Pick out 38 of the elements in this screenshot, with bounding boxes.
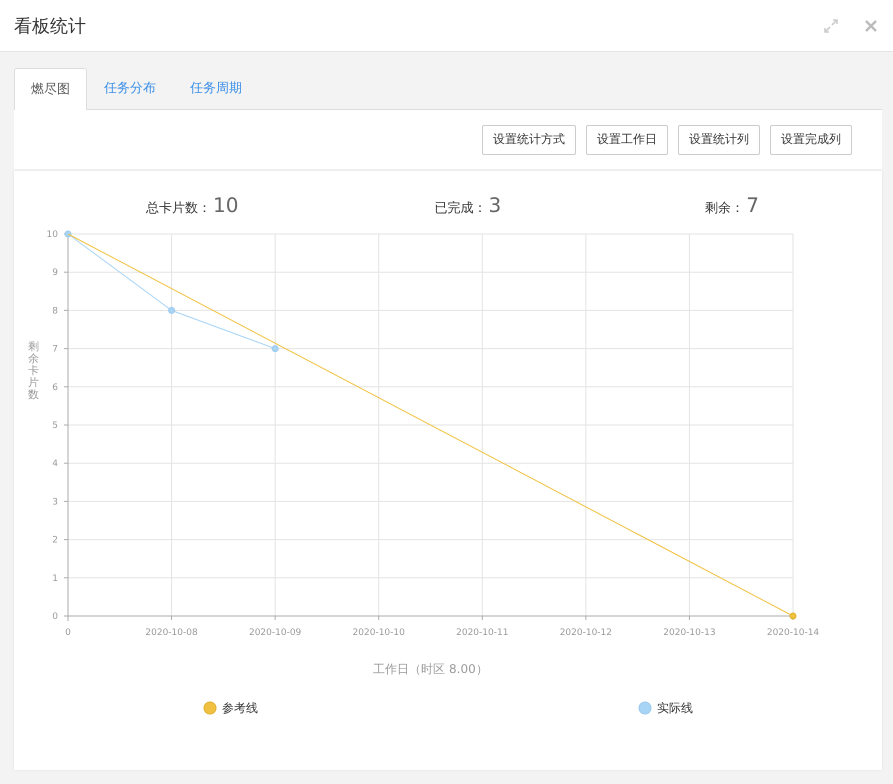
close-icon[interactable]: [863, 18, 879, 34]
stat-text: 总卡片数：10: [146, 193, 238, 217]
tick-label: 1: [52, 574, 58, 584]
tick-label: 7: [52, 344, 58, 355]
stat-text: 已完成：3: [434, 193, 502, 217]
settings-button[interactable]: 设置工作日: [586, 124, 668, 154]
tick-label: 2020-10-11: [456, 628, 508, 638]
tick-label: 2: [52, 536, 58, 546]
tick-label: 2020-10-12: [560, 628, 612, 638]
data-point: [272, 345, 279, 352]
settings-button[interactable]: 设置完成列: [770, 124, 852, 154]
window-title: 看板统计: [14, 14, 87, 38]
tick-label: 2020-10-14: [766, 628, 820, 638]
tick-label: 3: [52, 497, 58, 508]
tick-label: 2020-10-10: [352, 628, 405, 638]
tick-label: 5: [52, 421, 58, 431]
tick-label: 6: [52, 382, 58, 393]
axis-title: 工作日（时区 8.00）: [373, 662, 488, 676]
tick-label: 2020-10-13: [663, 628, 716, 638]
settings-button[interactable]: 设置统计列: [678, 124, 760, 154]
legend-label: 实际线: [657, 701, 693, 715]
tick-label: 2020-10-08: [145, 628, 198, 638]
tab[interactable]: 燃尽图: [14, 68, 87, 110]
tick-label: 0: [52, 612, 58, 622]
tick-label: 2020-10-09: [248, 628, 302, 638]
tick-label: 4: [52, 459, 58, 470]
tick-label: 10: [46, 230, 58, 240]
tick-label: 9: [52, 268, 58, 278]
data-point: [64, 230, 72, 238]
expand-icon[interactable]: [823, 18, 839, 34]
data-point: [790, 612, 796, 620]
legend-label: 参考线: [222, 701, 258, 715]
tick-label: 0: [65, 628, 71, 638]
tick-label: 8: [52, 306, 58, 316]
data-point: [168, 306, 176, 314]
settings-button[interactable]: 设置统计方式: [482, 124, 576, 154]
stat-text: 剩余：7: [705, 193, 759, 217]
axis-title: 剩余卡片数: [28, 341, 39, 402]
